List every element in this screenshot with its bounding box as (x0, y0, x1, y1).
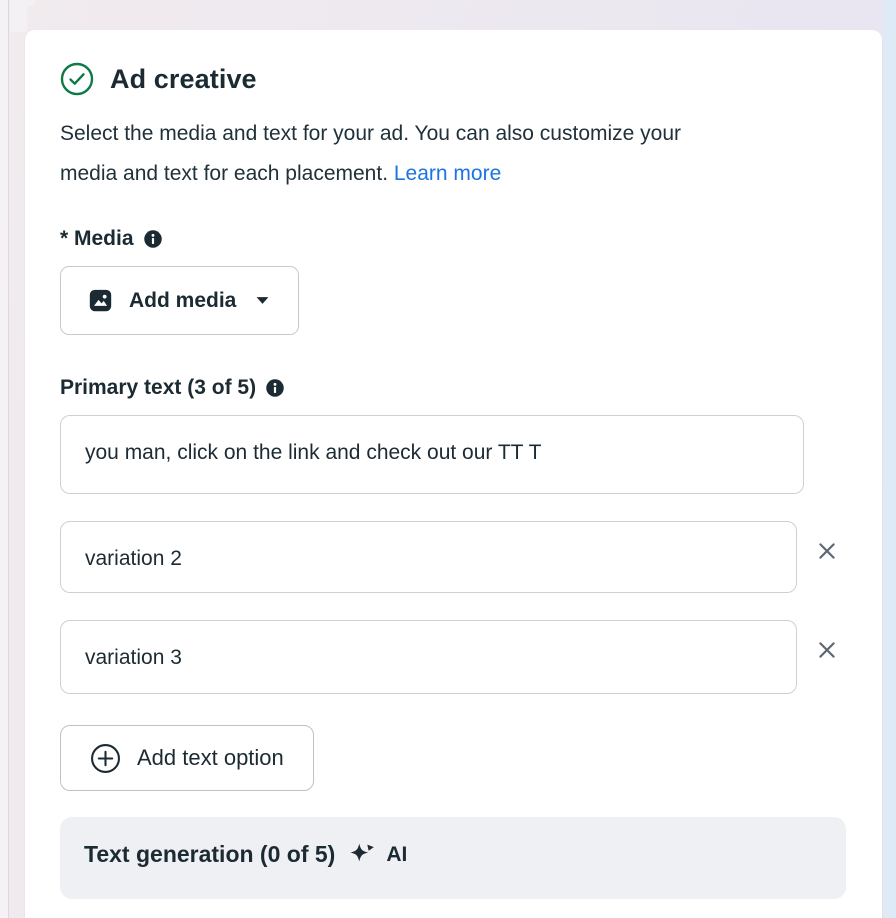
top-left-corner-artifact (10, 0, 27, 32)
primary-text-option-row: you man, click on the link and check out… (60, 415, 847, 494)
add-text-option-button[interactable]: Add text option (60, 725, 314, 791)
text-generation-title-row: Text generation (0 of 5) AI (84, 840, 822, 869)
remove-option-button[interactable] (807, 630, 847, 670)
add-media-label: Add media (129, 289, 236, 313)
info-icon[interactable] (265, 378, 285, 398)
ai-badge: AI (386, 843, 407, 867)
close-icon (816, 540, 838, 562)
close-icon (816, 639, 838, 661)
primary-text-option-row: variation 3 (60, 620, 847, 694)
ai-sparkle-icon (347, 840, 376, 869)
left-panel-edge (0, 0, 9, 918)
info-icon[interactable] (143, 229, 163, 249)
primary-text-label: Primary text (3 of 5) (60, 376, 256, 400)
description-text: Select the media and text for your ad. Y… (60, 122, 681, 185)
section-title: Ad creative (110, 64, 257, 95)
check-circle-icon (60, 62, 94, 96)
section-header: Ad creative (60, 62, 847, 96)
preview-panel-edge (883, 0, 896, 918)
primary-text-input-3[interactable]: variation 3 (60, 620, 797, 694)
primary-text-option-row: variation 2 (60, 521, 847, 593)
top-left-corner-artifact-bump (26, 0, 36, 6)
chevron-down-icon (253, 291, 272, 310)
add-text-option-label: Add text option (137, 745, 284, 771)
section-description: Select the media and text for your ad. Y… (60, 114, 705, 194)
image-icon (87, 287, 114, 314)
primary-text-input-1[interactable]: you man, click on the link and check out… (60, 415, 804, 494)
ad-creative-card: Ad creative Select the media and text fo… (25, 30, 882, 918)
plus-circle-icon (90, 743, 121, 774)
media-label-row: * Media (60, 227, 847, 251)
text-generation-panel: Text generation (0 of 5) AI (60, 817, 846, 899)
media-label: * Media (60, 227, 134, 251)
text-generation-label: Text generation (0 of 5) (84, 841, 335, 868)
primary-text-label-row: Primary text (3 of 5) (60, 376, 847, 400)
primary-text-input-2[interactable]: variation 2 (60, 521, 797, 593)
learn-more-link[interactable]: Learn more (394, 162, 501, 185)
remove-option-button[interactable] (807, 531, 847, 571)
add-media-button[interactable]: Add media (60, 266, 299, 335)
